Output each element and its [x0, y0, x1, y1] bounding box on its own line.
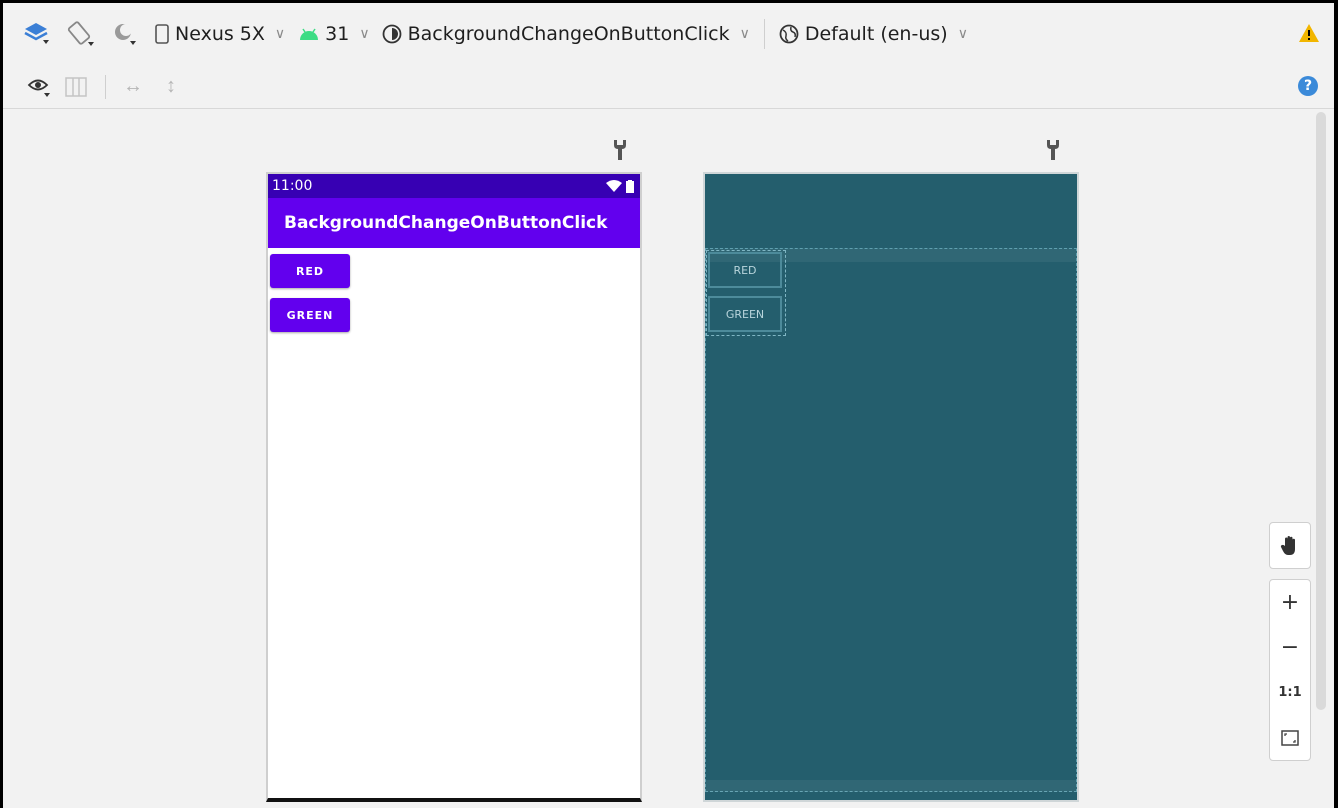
design-canvas[interactable]	[3, 110, 1334, 808]
phone-icon	[155, 24, 169, 44]
horizontal-resize-icon[interactable]: ↔	[120, 75, 146, 98]
android-icon	[300, 28, 319, 40]
locale-name: Default (en-us)	[804, 23, 948, 45]
status-time: 11:00	[272, 178, 313, 194]
chevron-down-icon: ∨	[274, 26, 286, 42]
design-preview[interactable]: 11:00 BackgroundChangeOnButtonClick RED …	[266, 172, 642, 802]
red-button[interactable]: RED	[270, 254, 350, 288]
blueprint-red-button[interactable]: RED	[708, 252, 782, 288]
zoom-in-button[interactable]: +	[1270, 580, 1310, 625]
blueprint-nav-bar	[705, 780, 1077, 792]
vertical-scrollbar[interactable]	[1316, 112, 1326, 710]
green-button[interactable]: GREEN	[270, 298, 350, 332]
vertical-resize-icon[interactable]: ↕	[158, 75, 184, 98]
wrench-icon[interactable]	[1045, 138, 1061, 167]
wrench-icon[interactable]	[612, 138, 628, 167]
design-surface-icon[interactable]	[21, 21, 53, 47]
toolbar-divider	[105, 74, 106, 99]
globe-icon	[779, 24, 799, 44]
chevron-down-icon: ∨	[359, 26, 370, 42]
eye-icon[interactable]	[25, 76, 55, 98]
help-icon[interactable]: ?	[1298, 76, 1318, 96]
night-mode-icon[interactable]	[109, 21, 141, 47]
theme-selector[interactable]: BackgroundChangeOnButtonClick ∨	[382, 23, 750, 45]
locale-selector[interactable]: Default (en-us) ∨	[779, 23, 968, 45]
blueprint-preview[interactable]: RED GREEN	[703, 172, 1079, 802]
zoom-actual-size-button[interactable]: 1:1	[1270, 670, 1310, 715]
theme-name: BackgroundChangeOnButtonClick	[407, 23, 730, 45]
app-bar-title: BackgroundChangeOnButtonClick	[268, 198, 640, 248]
status-bar: 11:00	[268, 174, 640, 198]
design-toolbar: Nexus 5X ∨ 31 ∨ BackgroundChangeOnButton…	[3, 3, 1334, 65]
view-options-toolbar: ↔ ↕ ?	[3, 65, 1334, 109]
theme-icon	[382, 24, 401, 44]
api-level-selector[interactable]: 31 ∨	[299, 23, 370, 45]
zoom-controls: + − 1:1	[1269, 579, 1311, 761]
zoom-out-button[interactable]: −	[1270, 625, 1310, 670]
wifi-icon	[606, 180, 622, 192]
pan-control	[1269, 522, 1311, 569]
pan-hand-icon[interactable]	[1270, 523, 1310, 568]
blueprint-green-button[interactable]: GREEN	[708, 296, 782, 332]
battery-icon	[626, 179, 634, 193]
chevron-down-icon: ∨	[739, 26, 750, 42]
toolbar-divider	[763, 19, 765, 49]
columns-icon[interactable]	[61, 76, 91, 98]
api-level: 31	[325, 23, 350, 45]
chevron-down-icon: ∨	[957, 26, 968, 42]
zoom-to-fit-icon[interactable]	[1270, 715, 1310, 760]
device-selector[interactable]: Nexus 5X ∨	[155, 23, 285, 45]
device-name: Nexus 5X	[175, 23, 265, 45]
orientation-icon[interactable]	[63, 20, 97, 48]
warning-icon[interactable]	[1298, 23, 1320, 49]
